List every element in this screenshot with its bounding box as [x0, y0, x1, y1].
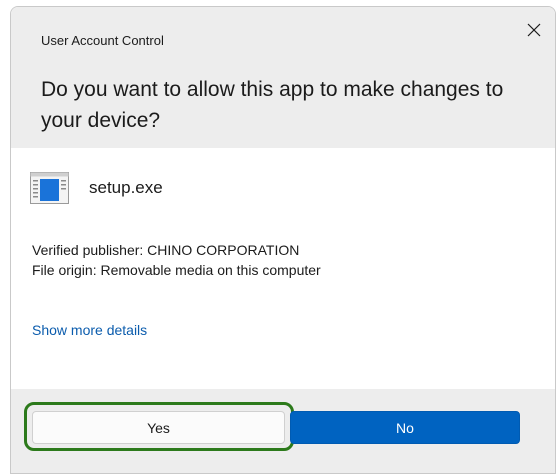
app-row: setup.exe [30, 172, 163, 204]
show-more-details-link[interactable]: Show more details [32, 322, 147, 338]
dialog-prompt: Do you want to allow this app to make ch… [41, 78, 504, 132]
executable-app-icon [30, 172, 69, 204]
dialog-title: User Account Control [41, 33, 164, 48]
close-icon [527, 23, 541, 37]
verified-publisher: Verified publisher: CHINO CORPORATION [32, 242, 300, 258]
file-origin: File origin: Removable media on this com… [32, 262, 321, 278]
yes-button[interactable]: Yes [32, 411, 285, 444]
app-name: setup.exe [89, 178, 163, 197]
close-button[interactable] [521, 17, 547, 43]
no-button[interactable]: No [290, 411, 520, 444]
publisher-info: Verified publisher: CHINO CORPORATION Fi… [32, 240, 321, 280]
dialog-header: User Account Control Do you want to allo… [11, 7, 555, 148]
